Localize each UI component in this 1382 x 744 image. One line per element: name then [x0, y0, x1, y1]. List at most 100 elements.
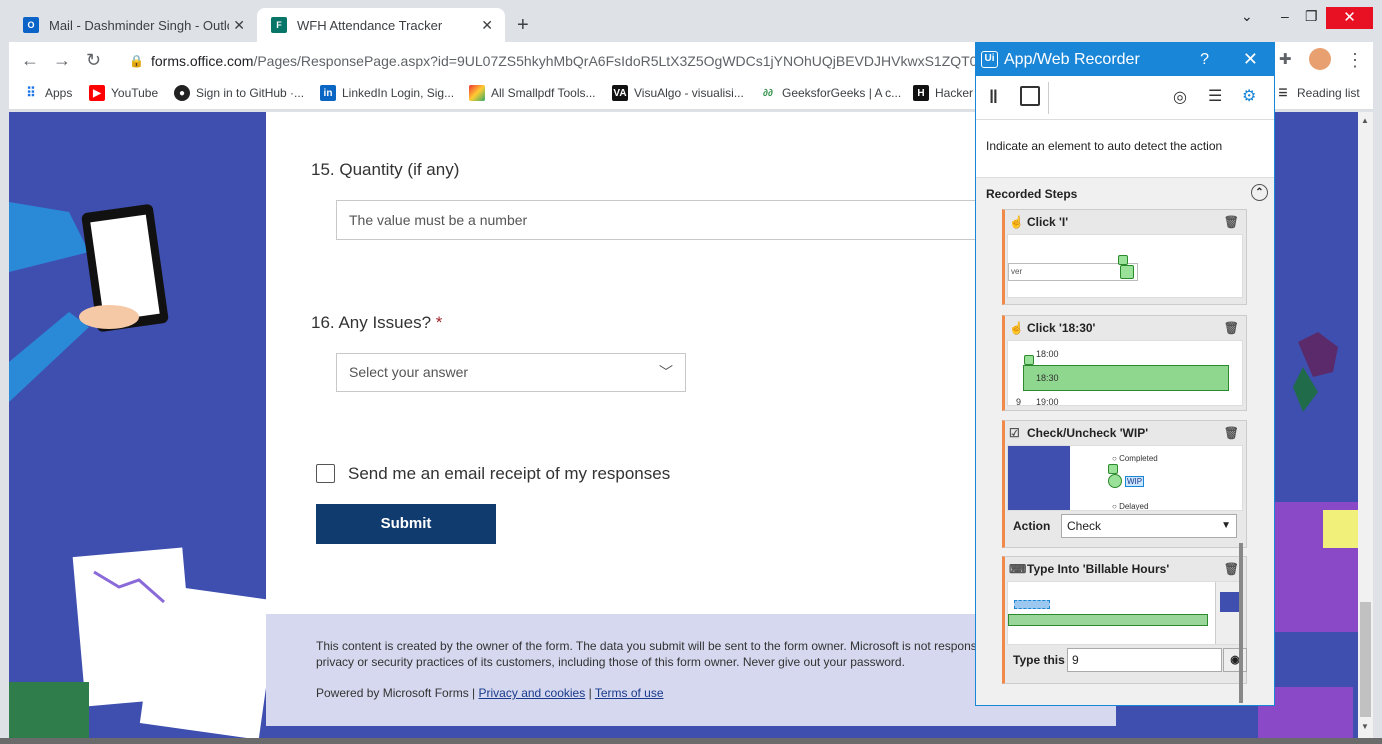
bookmark-visualgo[interactable]: VA VisuAlgo - visualisi...	[612, 85, 744, 101]
action-value: Check	[1067, 519, 1102, 533]
step-card[interactable]: ☝ Click 'I' 🗑 ver	[1002, 209, 1247, 305]
eye-off-icon[interactable]: ◉	[1223, 648, 1247, 672]
smallpdf-icon	[469, 85, 485, 101]
bookmark-smallpdf[interactable]: All Smallpdf Tools...	[469, 85, 596, 101]
target-icon[interactable]: ◎	[1173, 87, 1187, 107]
issues-dropdown[interactable]: Select your answer ﹀	[336, 353, 686, 392]
tab-search-icon[interactable]: ⌄	[1241, 8, 1253, 25]
action-dropdown[interactable]: Check ▼	[1061, 514, 1237, 538]
bookmark-label: All Smallpdf Tools...	[491, 86, 596, 100]
step-card[interactable]: ⌨ Type Into 'Billable Hours' 🗑 Type this 9…	[1002, 556, 1247, 684]
trash-icon[interactable]: 🗑	[1224, 421, 1239, 445]
dropdown-arrow-icon: ▼	[1221, 520, 1231, 531]
recorded-steps-header: Recorded Steps ⌃	[976, 178, 1274, 208]
thumb-item: 19:00	[1036, 397, 1059, 406]
privacy-link[interactable]: Privacy and cookies	[479, 686, 586, 700]
visualgo-icon: VA	[612, 85, 628, 101]
reading-list[interactable]: ☰ Reading list	[1275, 85, 1360, 101]
email-receipt-checkbox[interactable]	[316, 464, 335, 483]
link-separator: |	[588, 686, 592, 700]
quantity-input[interactable]: The value must be a number	[336, 200, 1036, 240]
reload-icon[interactable]: ↻	[86, 50, 101, 71]
restore-button[interactable]: ❐	[1305, 8, 1318, 25]
step-header: ☑ Check/Uncheck 'WIP' 🗑	[1005, 421, 1246, 445]
target-marker	[1118, 255, 1128, 265]
thumb-label-highlight	[1014, 600, 1050, 609]
window-close-button[interactable]: ✕	[1326, 7, 1373, 29]
extensions-icon[interactable]: ✚	[1279, 50, 1292, 68]
step-card[interactable]: ☑ Check/Uncheck 'WIP' 🗑 ○ Completed WIP ○ …	[1002, 420, 1247, 548]
bookmark-geeksforgeeks[interactable]: ∂∂ GeeksforGeeks | A c...	[760, 85, 901, 101]
list-check-icon[interactable]: ☰	[1208, 86, 1222, 106]
step-card[interactable]: ☝ Click '18:30' 🗑 18:00 18:30 9 19:00	[1002, 315, 1247, 411]
dropdown-placeholder: Select your answer	[349, 364, 469, 380]
action-row: Action Check ▼	[1005, 511, 1246, 541]
question-text: Quantity (if any)	[339, 160, 460, 179]
bookmark-apps[interactable]: ⠿ Apps	[23, 85, 72, 101]
step-title: Click '18:30'	[1027, 321, 1096, 335]
new-tab-button[interactable]: +	[517, 14, 529, 37]
bookmark-label: YouTube	[111, 86, 159, 100]
help-button[interactable]: ?	[1200, 43, 1209, 76]
trash-icon[interactable]: 🗑	[1224, 557, 1239, 581]
steps-scrollbar[interactable]	[1239, 543, 1243, 703]
minimize-button[interactable]: –	[1281, 8, 1289, 24]
email-receipt-label[interactable]: Send me an email receipt of my responses	[348, 464, 670, 484]
submit-button[interactable]: Submit	[316, 504, 496, 544]
recorder-titlebar: Ui App/Web Recorder ? ✕	[976, 43, 1274, 76]
menu-icon[interactable]: ⋮	[1346, 50, 1364, 71]
app-web-recorder-panel: Ui App/Web Recorder ? ✕ ‖ ◎ ☰ ⚙ Indicate…	[975, 42, 1275, 706]
bookmark-label: GeeksforGeeks | A c...	[782, 86, 902, 100]
question-number: 15.	[311, 160, 335, 179]
question-16-title: 16. Any Issues? *	[311, 313, 442, 333]
action-label: Action	[1013, 519, 1051, 533]
thumb-num: 9	[1016, 397, 1022, 406]
bookmark-hacker[interactable]: H Hacker	[913, 85, 973, 101]
step-title: Type Into 'Billable Hours'	[1027, 562, 1170, 576]
type-row: Type this 9 ◉	[1005, 645, 1247, 675]
linkedin-icon: in	[320, 85, 336, 101]
bookmark-youtube[interactable]: ▶ YouTube	[89, 85, 158, 101]
target-marker	[1024, 355, 1034, 365]
close-icon[interactable]: ✕	[233, 17, 245, 34]
toolbar-divider	[1048, 82, 1049, 114]
trash-icon[interactable]: 🗑	[1224, 316, 1239, 340]
tab-wfh[interactable]: F WFH Attendance Tracker ✕	[257, 8, 505, 42]
thumb-item: 18:00	[1036, 349, 1059, 359]
type-into-icon: ⌨	[1009, 562, 1027, 576]
bookmark-label: Apps	[45, 86, 73, 100]
pause-icon[interactable]: ‖	[989, 87, 998, 108]
page-scrollbar[interactable]: ▲ ▼	[1358, 112, 1373, 738]
tab-mail[interactable]: O Mail - Dashminder Singh - Outlo ✕	[9, 8, 257, 42]
bookmark-label: Hacker	[935, 86, 974, 100]
scrollbar-thumb[interactable]	[1360, 602, 1371, 717]
question-number: 16.	[311, 313, 335, 332]
forms-icon: F	[271, 17, 287, 33]
thumb-bg	[1008, 446, 1070, 510]
question-15-title: 15. Quantity (if any)	[311, 160, 459, 180]
gfg-icon: ∂∂	[763, 87, 773, 99]
step-thumbnail	[1007, 581, 1243, 645]
bookmark-github[interactable]: ● Sign in to GitHub ·...	[174, 85, 304, 101]
tab-strip: O Mail - Dashminder Singh - Outlo ✕ F WF…	[9, 8, 1382, 42]
scroll-down-icon[interactable]: ▼	[1361, 722, 1369, 731]
thumb-item-text: Completed	[1119, 454, 1158, 463]
forward-icon[interactable]: →	[53, 50, 71, 71]
hackerrank-icon: H	[913, 85, 929, 101]
bookmark-linkedin[interactable]: in LinkedIn Login, Sig...	[320, 85, 454, 101]
click-icon: ☝	[1009, 215, 1024, 229]
thumb-item-text: Delayed	[1119, 502, 1149, 511]
back-icon[interactable]: ←	[21, 50, 39, 71]
trash-icon[interactable]: 🗑	[1224, 210, 1239, 234]
save-icon[interactable]	[1020, 86, 1040, 106]
settings-icon[interactable]: ⚙	[1242, 86, 1256, 106]
terms-link[interactable]: Terms of use	[595, 686, 664, 700]
thumb-input: ver	[1008, 263, 1138, 281]
scroll-up-icon[interactable]: ▲	[1361, 116, 1369, 125]
avatar[interactable]	[1309, 48, 1331, 70]
collapse-icon[interactable]: ⌃	[1251, 184, 1268, 201]
bookmark-label: Reading list	[1297, 86, 1360, 100]
close-icon[interactable]: ✕	[481, 17, 493, 34]
type-input[interactable]: 9	[1067, 648, 1222, 672]
recorder-close-icon[interactable]: ✕	[1243, 43, 1258, 76]
